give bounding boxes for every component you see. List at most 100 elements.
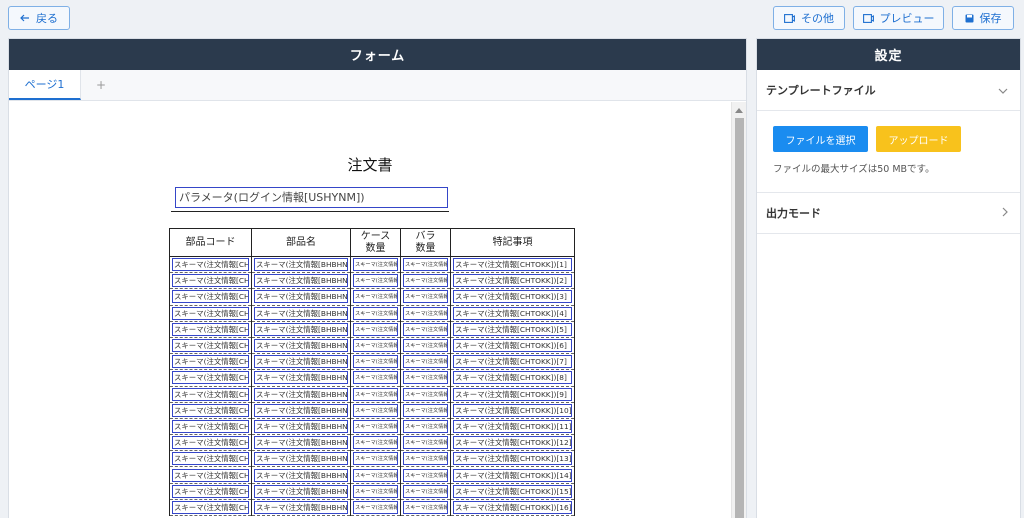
field-box[interactable]: スキーマ(注文情報[CHTOKK])[12]: [453, 436, 572, 450]
vertical-scrollbar[interactable]: [731, 102, 746, 518]
field-box[interactable]: スキーマ(注文情報[CKSSUR])[12]: [353, 436, 398, 450]
field-box[interactable]: スキーマ(注文情報[CKSSUR])[7]: [353, 355, 398, 369]
field-box[interactable]: スキーマ(注文情報[CHTOKK])[11]: [453, 419, 572, 433]
field-box[interactable]: スキーマ(注文情報[CKSSUR])[14]: [353, 468, 398, 482]
scroll-up-icon[interactable]: [735, 108, 743, 113]
field-box[interactable]: スキーマ(注文情報[CHBRSR])[15]: [403, 484, 448, 498]
field-box[interactable]: スキーマ(注文情報[CHTOKK])[10]: [453, 403, 572, 417]
form-panel-title: フォーム: [9, 39, 746, 70]
field-box[interactable]: スキーマ(注文情報[BHBHNM])[15]: [254, 484, 348, 498]
field-box[interactable]: スキーマ(注文情報[CKSSUR])[16]: [353, 500, 398, 514]
field-box[interactable]: スキーマ(注文情報[BHBHNM])[12]: [254, 436, 348, 450]
field-box[interactable]: スキーマ(注文情報[BHBHNM])[8]: [254, 371, 348, 385]
remarks-cell: スキーマ(注文情報[CHTOKK])[12]: [450, 434, 575, 452]
field-box[interactable]: スキーマ(注文情報[CHBHCD])[14]: [172, 468, 249, 482]
case-qty-cell: スキーマ(注文情報[CKSSUR])[1]: [350, 256, 401, 274]
field-box[interactable]: スキーマ(注文情報[CHBRSR])[12]: [403, 436, 448, 450]
select-file-button[interactable]: ファイルを選択: [773, 126, 868, 152]
field-box[interactable]: スキーマ(注文情報[BHBHNM])[1]: [254, 258, 348, 272]
field-box[interactable]: スキーマ(注文情報[CHTOKK])[2]: [453, 274, 572, 288]
field-box[interactable]: スキーマ(注文情報[CHBHCD])[6]: [172, 339, 249, 353]
field-box[interactable]: スキーマ(注文情報[CHBRSR])[1]: [403, 258, 448, 272]
field-box[interactable]: スキーマ(注文情報[BHBHNM])[10]: [254, 403, 348, 417]
field-box[interactable]: スキーマ(注文情報[CHBRSR])[7]: [403, 355, 448, 369]
tab-page1[interactable]: ページ1: [9, 70, 81, 100]
field-box[interactable]: スキーマ(注文情報[CHBRSR])[4]: [403, 306, 448, 320]
field-box[interactable]: スキーマ(注文情報[CKSSUR])[2]: [353, 274, 398, 288]
field-box[interactable]: スキーマ(注文情報[CHBRSR])[8]: [403, 371, 448, 385]
field-box[interactable]: スキーマ(注文情報[CHBRSR])[6]: [403, 339, 448, 353]
scrollbar-thumb[interactable]: [735, 118, 744, 518]
field-box[interactable]: スキーマ(注文情報[CHBRSR])[16]: [403, 500, 448, 514]
field-box[interactable]: スキーマ(注文情報[CHTOKK])[9]: [453, 387, 572, 401]
field-box[interactable]: スキーマ(注文情報[CHBRSR])[9]: [403, 387, 448, 401]
field-box[interactable]: スキーマ(注文情報[CHTOKK])[3]: [453, 290, 572, 304]
field-box[interactable]: スキーマ(注文情報[BHBHNM])[14]: [254, 468, 348, 482]
field-box[interactable]: スキーマ(注文情報[BHBHNM])[2]: [254, 274, 348, 288]
field-box[interactable]: スキーマ(注文情報[CHBHCD])[1]: [172, 258, 249, 272]
field-box[interactable]: スキーマ(注文情報[CHBHCD])[4]: [172, 306, 249, 320]
field-box[interactable]: スキーマ(注文情報[CHBHCD])[12]: [172, 436, 249, 450]
preview-button[interactable]: プレビュー: [853, 6, 944, 30]
field-box[interactable]: スキーマ(注文情報[CHBHCD])[8]: [172, 371, 249, 385]
field-box[interactable]: スキーマ(注文情報[BHBHNM])[11]: [254, 419, 348, 433]
field-box[interactable]: スキーマ(注文情報[BHBHNM])[13]: [254, 452, 348, 466]
field-box[interactable]: スキーマ(注文情報[CHBRSR])[5]: [403, 322, 448, 336]
field-box[interactable]: スキーマ(注文情報[CHBHCD])[13]: [172, 452, 249, 466]
loose-qty-cell: スキーマ(注文情報[CHBRSR])[13]: [400, 450, 451, 468]
field-box[interactable]: スキーマ(注文情報[CKSSUR])[13]: [353, 452, 398, 466]
field-box[interactable]: スキーマ(注文情報[CHBHCD])[3]: [172, 290, 249, 304]
field-box[interactable]: スキーマ(注文情報[CHBHCD])[9]: [172, 387, 249, 401]
field-box[interactable]: スキーマ(注文情報[CKSSUR])[9]: [353, 387, 398, 401]
field-box[interactable]: スキーマ(注文情報[BHBHNM])[3]: [254, 290, 348, 304]
field-box[interactable]: スキーマ(注文情報[CHBHCD])[15]: [172, 484, 249, 498]
upload-button[interactable]: アップロード: [876, 126, 961, 152]
field-box[interactable]: スキーマ(注文情報[BHBHNM])[9]: [254, 387, 348, 401]
field-box[interactable]: スキーマ(注文情報[CKSSUR])[5]: [353, 322, 398, 336]
field-box[interactable]: スキーマ(注文情報[BHBHNM])[16]: [254, 500, 348, 514]
field-box[interactable]: スキーマ(注文情報[CKSSUR])[10]: [353, 403, 398, 417]
other-button[interactable]: その他: [773, 6, 845, 30]
back-button[interactable]: 戻る: [8, 6, 70, 30]
field-box[interactable]: スキーマ(注文情報[CHBRSR])[11]: [403, 419, 448, 433]
field-box[interactable]: スキーマ(注文情報[CHTOKK])[7]: [453, 355, 572, 369]
field-box[interactable]: スキーマ(注文情報[CKSSUR])[6]: [353, 339, 398, 353]
field-box[interactable]: スキーマ(注文情報[CHBHCD])[7]: [172, 355, 249, 369]
field-box[interactable]: スキーマ(注文情報[BHBHNM])[6]: [254, 339, 348, 353]
field-box[interactable]: スキーマ(注文情報[CHTOKK])[1]: [453, 258, 572, 272]
field-box[interactable]: スキーマ(注文情報[CHTOKK])[5]: [453, 322, 572, 336]
field-box[interactable]: スキーマ(注文情報[CHTOKK])[14]: [453, 468, 572, 482]
field-box[interactable]: スキーマ(注文情報[CKSSUR])[15]: [353, 484, 398, 498]
field-box[interactable]: スキーマ(注文情報[CHTOKK])[8]: [453, 371, 572, 385]
param-field-box[interactable]: パラメータ(ログイン情報[USHYNM]): [175, 187, 448, 208]
field-box[interactable]: スキーマ(注文情報[CHBHCD])[10]: [172, 403, 249, 417]
template-file-section[interactable]: テンプレートファイル: [757, 70, 1020, 111]
form-canvas[interactable]: 注文書 パラメータ(ログイン情報[USHYNM]) 部品コード 部品名 ケース …: [9, 102, 731, 518]
field-box[interactable]: スキーマ(注文情報[CHBHCD])[2]: [172, 274, 249, 288]
field-box[interactable]: スキーマ(注文情報[CKSSUR])[4]: [353, 306, 398, 320]
output-mode-section[interactable]: 出力モード: [757, 193, 1020, 234]
field-box[interactable]: スキーマ(注文情報[CHBRSR])[3]: [403, 290, 448, 304]
field-box[interactable]: スキーマ(注文情報[CHBRSR])[10]: [403, 403, 448, 417]
add-page-tab[interactable]: +: [81, 70, 121, 100]
field-box[interactable]: スキーマ(注文情報[CHBHCD])[5]: [172, 322, 249, 336]
field-box[interactable]: スキーマ(注文情報[CHBHCD])[16]: [172, 500, 249, 514]
field-box[interactable]: スキーマ(注文情報[CHBRSR])[2]: [403, 274, 448, 288]
field-box[interactable]: スキーマ(注文情報[BHBHNM])[7]: [254, 355, 348, 369]
save-button[interactable]: 保存: [952, 6, 1014, 30]
field-box[interactable]: スキーマ(注文情報[CHTOKK])[4]: [453, 306, 572, 320]
field-box[interactable]: スキーマ(注文情報[BHBHNM])[5]: [254, 322, 348, 336]
field-box[interactable]: スキーマ(注文情報[CHBRSR])[13]: [403, 452, 448, 466]
field-box[interactable]: スキーマ(注文情報[BHBHNM])[4]: [254, 306, 348, 320]
field-box[interactable]: スキーマ(注文情報[CHBHCD])[11]: [172, 419, 249, 433]
field-box[interactable]: スキーマ(注文情報[CHTOKK])[13]: [453, 452, 572, 466]
field-box[interactable]: スキーマ(注文情報[CHTOKK])[16]: [453, 500, 572, 514]
field-box[interactable]: スキーマ(注文情報[CKSSUR])[3]: [353, 290, 398, 304]
case-qty-cell: スキーマ(注文情報[CKSSUR])[7]: [350, 353, 401, 371]
field-box[interactable]: スキーマ(注文情報[CKSSUR])[11]: [353, 419, 398, 433]
field-box[interactable]: スキーマ(注文情報[CKSSUR])[8]: [353, 371, 398, 385]
field-box[interactable]: スキーマ(注文情報[CHTOKK])[15]: [453, 484, 572, 498]
field-box[interactable]: スキーマ(注文情報[CHTOKK])[6]: [453, 339, 572, 353]
field-box[interactable]: スキーマ(注文情報[CKSSUR])[1]: [353, 258, 398, 272]
field-box[interactable]: スキーマ(注文情報[CHBRSR])[14]: [403, 468, 448, 482]
